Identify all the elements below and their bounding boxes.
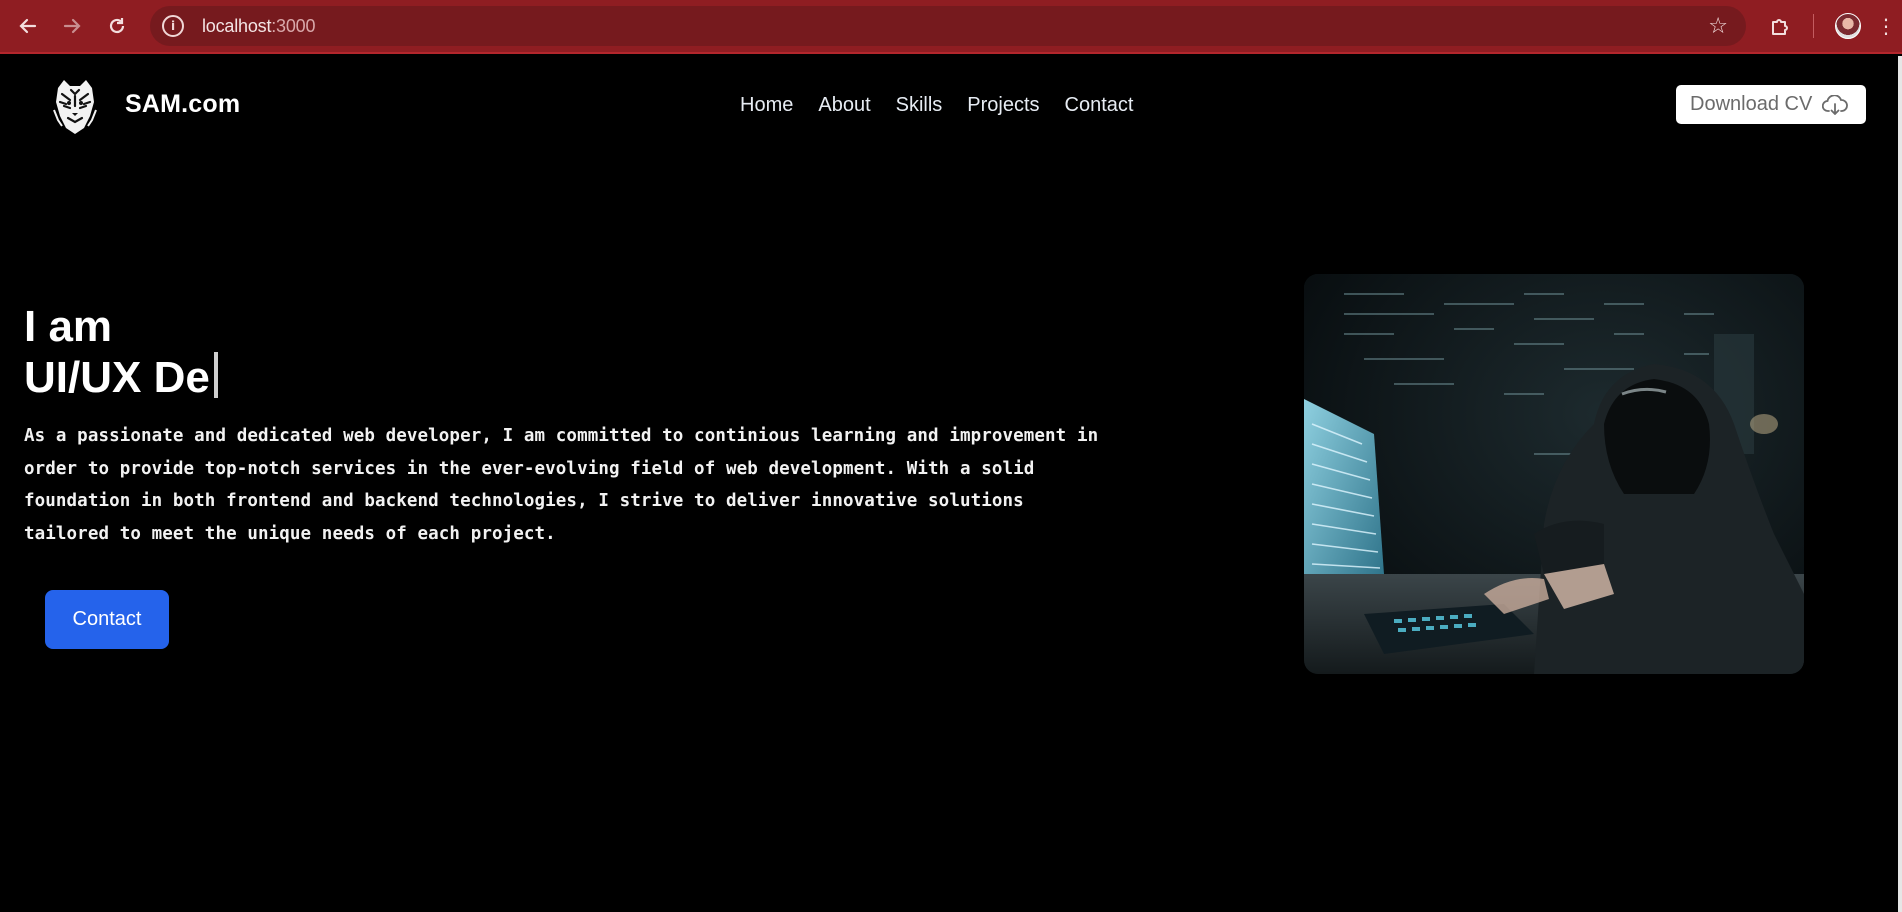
bookmark-star-icon[interactable]: ☆ — [1708, 13, 1728, 39]
contact-button[interactable]: Contact — [45, 590, 169, 649]
tiger-logo-icon[interactable] — [48, 76, 102, 138]
extensions-puzzle-icon[interactable] — [1767, 13, 1793, 39]
nav-home[interactable]: Home — [740, 94, 793, 117]
page-scrollbar[interactable] — [1898, 56, 1902, 912]
download-cv-label: Download CV — [1690, 93, 1813, 115]
nav-skills[interactable]: Skills — [896, 94, 943, 117]
url-host: localhost — [202, 15, 272, 36]
brand-name[interactable]: SAM.com — [125, 90, 240, 119]
nav-about[interactable]: About — [818, 94, 870, 117]
url-port: :3000 — [271, 15, 316, 36]
page: SAM.com Home About Skills Projects Conta… — [0, 56, 1898, 912]
toolbar-divider — [1813, 14, 1814, 38]
url-text: localhost:3000 — [202, 16, 315, 37]
hero-description: As a passionate and dedicated web develo… — [24, 426, 1099, 544]
back-icon[interactable] — [14, 12, 42, 40]
nav-projects[interactable]: Projects — [967, 94, 1039, 117]
main-nav: Home About Skills Projects Contact — [740, 94, 1133, 117]
profile-avatar[interactable] — [1835, 13, 1861, 39]
typing-cursor — [213, 352, 218, 398]
download-cv-button[interactable]: Download CV — [1676, 85, 1866, 124]
hero-line-2: UI/UX De — [24, 353, 210, 402]
hero-heading: I am UI/UX De — [24, 302, 218, 403]
site-info-icon[interactable]: i — [162, 15, 184, 37]
hero-image-hooded-coder — [1304, 274, 1804, 674]
reload-icon[interactable] — [103, 12, 131, 40]
address-bar[interactable]: i localhost:3000 ☆ — [150, 6, 1746, 46]
browser-toolbar: i localhost:3000 ☆ ⋮ — [0, 0, 1902, 54]
cloud-download-icon — [1822, 94, 1849, 115]
forward-icon[interactable] — [58, 12, 86, 40]
kebab-menu-icon[interactable]: ⋮ — [1876, 12, 1896, 40]
nav-contact[interactable]: Contact — [1065, 94, 1134, 117]
hero-line-1: I am — [24, 302, 113, 351]
